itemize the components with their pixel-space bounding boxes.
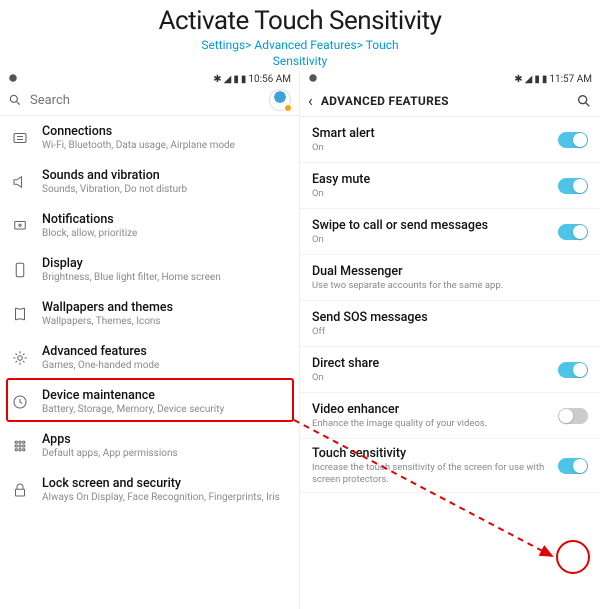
feature-row[interactable]: Direct shareOn	[300, 347, 600, 393]
toggle-switch[interactable]	[558, 224, 588, 240]
display-icon	[10, 260, 30, 280]
search-bar[interactable]	[0, 85, 299, 116]
breadcrumb: Settings> Advanced Features> Touch Sensi…	[0, 38, 600, 69]
status-time: 10:56 AM	[248, 74, 291, 85]
row-subtitle: Battery, Storage, Memory, Device securit…	[42, 404, 289, 416]
search-input[interactable]	[30, 93, 261, 108]
row-title: Lock screen and security	[42, 476, 289, 491]
status-time: 11:57 AM	[549, 74, 592, 85]
feature-subtitle: On	[312, 234, 546, 245]
sound-icon	[10, 172, 30, 192]
feature-title: Swipe to call or send messages	[312, 218, 546, 233]
row-title: Display	[42, 256, 289, 271]
row-title: Advanced features	[42, 344, 289, 359]
notifications-icon	[10, 216, 30, 236]
settings-row-notifications[interactable]: NotificationsBlock, allow, prioritize	[0, 204, 299, 248]
connections-icon	[10, 128, 30, 148]
settings-row-lock[interactable]: Lock screen and securityAlways On Displa…	[0, 468, 299, 512]
settings-row-apps[interactable]: AppsDefault apps, App permissions	[0, 424, 299, 468]
search-icon[interactable]	[576, 93, 592, 109]
settings-row-advanced[interactable]: Advanced featuresGames, One-handed mode	[0, 336, 299, 380]
screen-header: ‹ ADVANCED FEATURES	[300, 85, 600, 117]
tutorial-title: Activate Touch Sensitivity	[0, 6, 600, 36]
advanced-icon	[10, 348, 30, 368]
toggle-switch[interactable]	[558, 132, 588, 148]
feature-subtitle: On	[312, 142, 546, 153]
row-subtitle: Always On Display, Face Recognition, Fin…	[42, 492, 289, 504]
bluetooth-icon: ✱	[213, 74, 221, 85]
status-bar: ✱ ◢ ▮ ▮ 11:57 AM	[300, 71, 600, 85]
reddit-icon	[8, 73, 18, 86]
settings-row-wallpaper[interactable]: Wallpapers and themesWallpapers, Themes,…	[0, 292, 299, 336]
feature-subtitle: On	[312, 188, 546, 199]
feature-title: Touch sensitivity	[312, 446, 546, 461]
row-subtitle: Wallpapers, Themes, Icons	[42, 316, 289, 328]
toggle-switch[interactable]	[558, 458, 588, 474]
feature-subtitle: On	[312, 372, 546, 383]
feature-row[interactable]: Dual MessengerUse two separate accounts …	[300, 255, 600, 301]
feature-row[interactable]: Touch sensitivityIncrease the touch sens…	[300, 439, 600, 493]
signal-icon: ▮	[233, 74, 239, 85]
settings-row-maintenance[interactable]: Device maintenanceBattery, Storage, Memo…	[0, 380, 299, 424]
feature-row[interactable]: Video enhancerEnhance the image quality …	[300, 393, 600, 439]
back-icon[interactable]: ‹	[308, 91, 313, 110]
row-title: Notifications	[42, 212, 289, 227]
feature-subtitle: Enhance the image quality of your videos…	[312, 418, 546, 429]
battery-icon: ▮	[542, 74, 548, 85]
feature-title: Smart alert	[312, 126, 546, 141]
feature-title: Send SOS messages	[312, 310, 588, 325]
toggle-switch[interactable]	[558, 178, 588, 194]
row-subtitle: Block, allow, prioritize	[42, 228, 289, 240]
search-icon	[8, 93, 22, 107]
battery-icon: ▮	[241, 74, 247, 85]
feature-subtitle: Increase the touch sensitivity of the sc…	[312, 462, 546, 485]
avatar[interactable]	[269, 89, 291, 111]
row-title: Connections	[42, 124, 289, 139]
feature-title: Easy mute	[312, 172, 546, 187]
feature-title: Dual Messenger	[312, 264, 588, 279]
feature-subtitle: Off	[312, 326, 588, 337]
toggle-switch[interactable]	[558, 362, 588, 378]
settings-row-connections[interactable]: ConnectionsWi-Fi, Bluetooth, Data usage,…	[0, 116, 299, 160]
settings-list: ConnectionsWi-Fi, Bluetooth, Data usage,…	[0, 116, 299, 609]
apps-icon	[10, 436, 30, 456]
feature-row[interactable]: Easy muteOn	[300, 163, 600, 209]
wallpaper-icon	[10, 304, 30, 324]
wifi-icon: ◢	[224, 74, 232, 85]
advanced-features-screenshot: ✱ ◢ ▮ ▮ 11:57 AM ‹ ADVANCED FEATURES Sma…	[300, 71, 600, 609]
feature-title: Direct share	[312, 356, 546, 371]
row-subtitle: Default apps, App permissions	[42, 448, 289, 460]
screen-title: ADVANCED FEATURES	[321, 94, 568, 108]
feature-row[interactable]: Swipe to call or send messagesOn	[300, 209, 600, 255]
signal-icon: ▮	[534, 74, 540, 85]
tutorial-header: Activate Touch Sensitivity Settings> Adv…	[0, 0, 600, 71]
advanced-features-list: Smart alertOnEasy muteOnSwipe to call or…	[300, 117, 600, 609]
row-title: Apps	[42, 432, 289, 447]
settings-screenshot: ✱ ◢ ▮ ▮ 10:56 AM ConnectionsWi-Fi, Bluet…	[0, 71, 300, 609]
settings-row-display[interactable]: DisplayBrightness, Blue light filter, Ho…	[0, 248, 299, 292]
bluetooth-icon: ✱	[514, 74, 522, 85]
lock-icon	[10, 480, 30, 500]
row-subtitle: Brightness, Blue light filter, Home scre…	[42, 272, 289, 284]
toggle-switch[interactable]	[558, 408, 588, 424]
row-title: Sounds and vibration	[42, 168, 289, 183]
feature-title: Video enhancer	[312, 402, 546, 417]
row-subtitle: Sounds, Vibration, Do not disturb	[42, 184, 289, 196]
feature-row[interactable]: Smart alertOn	[300, 117, 600, 163]
maintenance-icon	[10, 392, 30, 412]
settings-row-sound[interactable]: Sounds and vibrationSounds, Vibration, D…	[0, 160, 299, 204]
row-subtitle: Wi-Fi, Bluetooth, Data usage, Airplane m…	[42, 140, 289, 152]
status-bar: ✱ ◢ ▮ ▮ 10:56 AM	[0, 71, 299, 85]
feature-row[interactable]: Send SOS messagesOff	[300, 301, 600, 347]
row-title: Device maintenance	[42, 388, 289, 403]
row-subtitle: Games, One-handed mode	[42, 360, 289, 372]
row-title: Wallpapers and themes	[42, 300, 289, 315]
feature-subtitle: Use two separate accounts for the same a…	[312, 280, 588, 291]
reddit-icon	[308, 73, 318, 86]
wifi-icon: ◢	[525, 74, 533, 85]
